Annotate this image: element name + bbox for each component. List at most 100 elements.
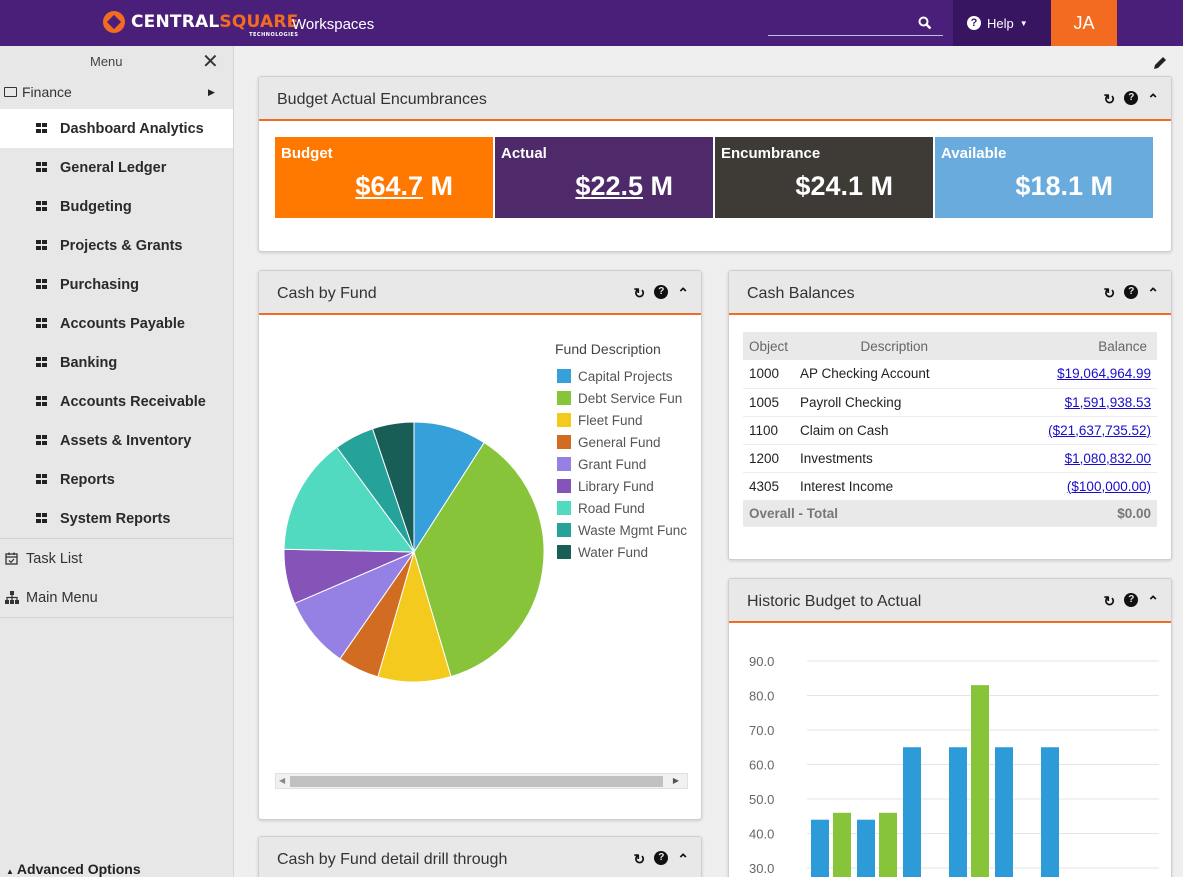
bar-series-2[interactable] (971, 685, 989, 877)
bar-series-1[interactable] (949, 747, 967, 877)
legend-item[interactable]: Road Fund (557, 498, 697, 518)
legend-swatch (557, 523, 571, 537)
legend-label: Capital Projects (578, 368, 673, 384)
total-value: $0.00 (994, 500, 1157, 527)
bar-series-1[interactable] (857, 819, 875, 877)
search-icon[interactable] (918, 16, 932, 30)
panel-title: Cash by Fund detail drill through (277, 851, 508, 868)
edit-pencil-icon[interactable] (1152, 55, 1168, 71)
bar-series-1[interactable] (1041, 747, 1059, 877)
balance-cell[interactable]: $1,080,832.00 (994, 444, 1157, 473)
refresh-icon[interactable]: ↻ (634, 851, 646, 868)
collapse-chevron-up-icon[interactable]: ⌃ (677, 851, 689, 868)
sidebar-item-purchasing[interactable]: Purchasing (0, 265, 233, 304)
help-icon[interactable]: ? (654, 851, 669, 865)
legend-item[interactable]: Library Fund (557, 476, 697, 496)
sidebar-item-accounts-receivable[interactable]: Accounts Receivable (0, 382, 233, 421)
panel-title: Budget Actual Encumbrances (277, 91, 487, 108)
bar-series-1[interactable] (811, 819, 829, 877)
sidebar-item-main-menu[interactable]: Main Menu (0, 578, 233, 617)
sidebar-item-finance[interactable]: Finance ▶ (0, 75, 233, 109)
scrollbar-thumb[interactable] (290, 776, 663, 787)
collapse-chevron-up-icon[interactable]: ⌃ (1147, 593, 1159, 610)
brand-logo[interactable]: CENTRALSQUARE TECHNOLOGIES (103, 7, 298, 38)
help-icon[interactable]: ? (1124, 91, 1139, 105)
legend-swatch (557, 501, 571, 515)
help-icon[interactable]: ? (1124, 285, 1139, 299)
grid-icon (36, 396, 47, 406)
help-menu-button[interactable]: ? Help ▼ (953, 0, 1051, 46)
balance-cell[interactable]: ($21,637,735.52) (994, 416, 1157, 445)
workspaces-link[interactable]: Workspaces (292, 16, 374, 33)
refresh-icon[interactable]: ↻ (1104, 91, 1116, 108)
balance-link[interactable]: $19,064,964.99 (1057, 366, 1151, 381)
balance-cell[interactable]: ($100,000.00) (994, 472, 1157, 501)
balance-link[interactable]: $1,080,832.00 (1065, 451, 1151, 466)
close-menu-icon[interactable]: ✕ (202, 49, 219, 74)
bar-series-2[interactable] (833, 812, 851, 877)
balance-cell[interactable]: $19,064,964.99 (994, 360, 1157, 389)
legend-item[interactable]: Waste Mgmt Func (557, 520, 697, 540)
column-header-description[interactable]: Description (794, 332, 995, 360)
legend-label: Waste Mgmt Func (578, 522, 688, 538)
kpi-tile-actual[interactable]: Actual $22.5 M (495, 137, 713, 218)
legend-item[interactable]: Water Fund (557, 542, 697, 562)
sidebar-item-projects-grants[interactable]: Projects & Grants (0, 226, 233, 265)
grid-icon (36, 279, 47, 289)
sidebar-item-general-ledger[interactable]: General Ledger (0, 148, 233, 187)
object-cell: 1100 (743, 416, 795, 445)
legend-item[interactable]: Fleet Fund (557, 410, 697, 430)
sidebar-item-accounts-payable[interactable]: Accounts Payable (0, 304, 233, 343)
collapse-chevron-up-icon[interactable]: ⌃ (1147, 285, 1159, 302)
refresh-icon[interactable]: ↻ (1104, 285, 1116, 302)
panel-title: Cash Balances (747, 285, 855, 302)
user-avatar[interactable]: JA (1051, 0, 1117, 46)
column-header-balance[interactable]: Balance (994, 332, 1157, 360)
table-row: 1005 Payroll Checking $1,591,938.53 (743, 388, 1157, 417)
kpi-value[interactable]: $64.7 M (355, 171, 453, 202)
sidebar-item-label: Projects & Grants (60, 237, 183, 254)
kpi-value: $24.1 M (795, 171, 893, 201)
help-icon[interactable]: ? (1124, 593, 1139, 607)
legend-item[interactable]: Debt Service Fun (557, 388, 697, 408)
help-icon[interactable]: ? (654, 285, 669, 299)
sidebar-item-banking[interactable]: Banking (0, 343, 233, 382)
horizontal-scrollbar[interactable]: ◀ ▶ (275, 773, 688, 789)
balance-link[interactable]: ($100,000.00) (1067, 479, 1151, 494)
scroll-left-icon[interactable]: ◀ (279, 776, 285, 785)
bar-series-1[interactable] (995, 747, 1013, 877)
sidebar-item-assets-inventory[interactable]: Assets & Inventory (0, 421, 233, 460)
grid-icon (36, 474, 47, 484)
kpi-tile-budget[interactable]: Budget $64.7 M (275, 137, 493, 218)
bar-series-2[interactable] (879, 812, 897, 877)
search-input[interactable] (768, 35, 943, 36)
scroll-right-icon[interactable]: ▶ (673, 776, 679, 785)
balance-cell[interactable]: $1,591,938.53 (994, 388, 1157, 417)
legend-item[interactable]: Capital Projects (557, 366, 697, 386)
cash-balances-panel: Cash Balances ↻ ? ⌃ Object Description B… (728, 270, 1172, 560)
object-cell: 1000 (743, 360, 795, 389)
balance-link[interactable]: $1,591,938.53 (1065, 395, 1151, 410)
y-tick-label: 90.0 (749, 654, 774, 669)
legend-label: Road Fund (578, 500, 645, 516)
sidebar-item-label: Budgeting (60, 198, 132, 215)
refresh-icon[interactable]: ↻ (1104, 593, 1116, 610)
legend-item[interactable]: General Fund (557, 432, 697, 452)
sidebar-item-dashboard-analytics[interactable]: Dashboard Analytics (0, 109, 233, 148)
sidebar-item-task-list[interactable]: Task List (0, 539, 233, 578)
panel-tools: ↻ ? ⌃ (634, 285, 689, 302)
advanced-options-toggle[interactable]: ▲ Advanced Options (6, 861, 141, 877)
kpi-value: $18.1 M (1015, 171, 1113, 201)
legend-item[interactable]: Grant Fund (557, 454, 697, 474)
sidebar-item-reports[interactable]: Reports (0, 460, 233, 499)
refresh-icon[interactable]: ↻ (634, 285, 646, 302)
collapse-chevron-up-icon[interactable]: ⌃ (1147, 91, 1159, 108)
collapse-chevron-up-icon[interactable]: ⌃ (677, 285, 689, 302)
balance-link[interactable]: ($21,637,735.52) (1048, 423, 1151, 438)
legend-swatch (557, 545, 571, 559)
bar-series-1[interactable] (903, 747, 921, 877)
column-header-object[interactable]: Object (743, 332, 795, 360)
sidebar-item-system-reports[interactable]: System Reports (0, 499, 233, 538)
kpi-value[interactable]: $22.5 M (575, 171, 673, 202)
sidebar-item-budgeting[interactable]: Budgeting (0, 187, 233, 226)
